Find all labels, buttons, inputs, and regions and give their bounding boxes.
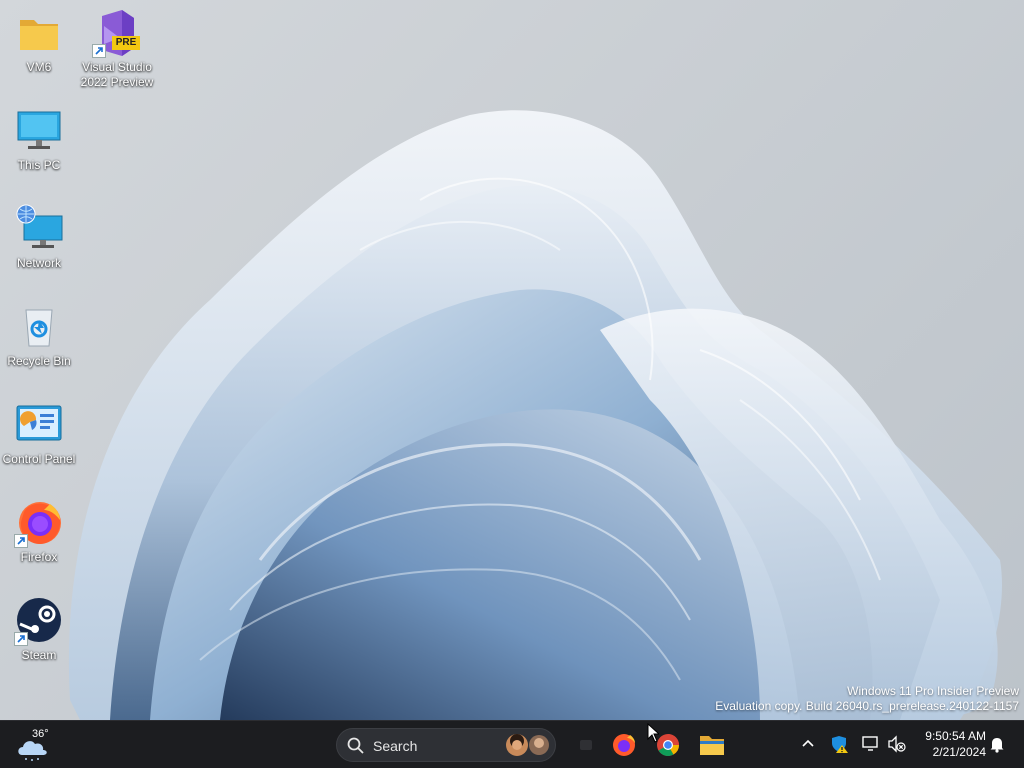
weather-widget[interactable]: 36° [14,725,54,765]
bell-icon [990,738,1004,753]
desktop-icon-steam[interactable]: Steam [0,596,78,686]
notifications-button[interactable] [986,733,1008,755]
icon-label: This PC [17,158,61,172]
task-view-icon [580,740,592,750]
icon-label: Control Panel [2,452,76,466]
icon-label: Steam [21,648,57,662]
desktop-icon-control-panel[interactable]: Control Panel [0,400,78,490]
shortcut-arrow-icon [14,534,28,548]
icon-label: Network [16,256,61,270]
monitor-icon [14,106,64,156]
icon-label: Recycle Bin [7,354,71,368]
desktop-icon-network[interactable]: Network [0,204,78,294]
taskbar-clock[interactable]: 9:50:54 AM 2/21/2024 [914,728,986,760]
desktop-icon-vm6[interactable]: VM6 [0,8,78,98]
watermark-line-1: Windows 11 Pro Insider Preview [847,684,1019,698]
preview-badge: PRE [112,36,140,50]
volume-tray-button[interactable] [886,733,908,755]
icon-label: VM6 [26,60,52,74]
desktop-icon-recycle-bin[interactable]: Recycle Bin [0,302,78,392]
file-explorer-icon [700,736,724,755]
network-tray-button[interactable] [860,733,882,755]
speaker-muted-icon [888,735,906,753]
shield-warning-icon [832,736,848,753]
watermark-line-2: Evaluation copy. Build 26040.rs_prerelea… [715,699,1019,713]
recycle-bin-icon [14,302,64,352]
clock-date: 2/21/2024 [932,745,986,759]
mouse-cursor-icon [647,723,659,743]
search-box[interactable]: Search [336,728,556,762]
search-label: Search [373,738,418,754]
security-tray-button[interactable] [829,733,851,755]
taskbar-firefox[interactable] [606,727,642,763]
firefox-icon [613,734,635,756]
control-panel-icon [14,400,64,450]
wallpaper [68,110,1002,720]
visual-studio-icon: PRE [92,8,142,58]
network-status-icon [862,736,878,751]
desktop-icon-visual-studio[interactable]: PRE Visual Studio 2022 Preview [78,8,156,98]
desktop: VM6 PRE Visual Studio 2022 Preview This … [0,0,1024,720]
icon-label: Visual Studio 2022 Preview [80,60,154,89]
search-highlight-art [503,731,553,759]
evaluation-watermark: Windows 11 Pro Insider Preview Evaluatio… [715,684,1019,714]
taskbar: 36° Search 9:50:54 AM 2/21/2024 [0,720,1024,768]
desktop-icon-firefox[interactable]: Firefox [0,498,78,588]
desktop-icon-this-pc[interactable]: This PC [0,106,78,196]
folder-icon [14,8,64,58]
task-view-button[interactable] [568,727,604,763]
search-icon [347,737,364,754]
network-icon [14,204,64,254]
firefox-icon [14,498,64,548]
shortcut-arrow-icon [92,44,106,58]
shortcut-arrow-icon [14,632,28,646]
icon-label: Firefox [20,550,58,564]
weather-temp: 36° [32,728,49,740]
chevron-up-icon [802,739,814,747]
show-hidden-icons-button[interactable] [797,733,819,755]
clock-time: 9:50:54 AM [925,729,986,743]
steam-icon [14,596,64,646]
taskbar-file-explorer[interactable] [694,727,730,763]
